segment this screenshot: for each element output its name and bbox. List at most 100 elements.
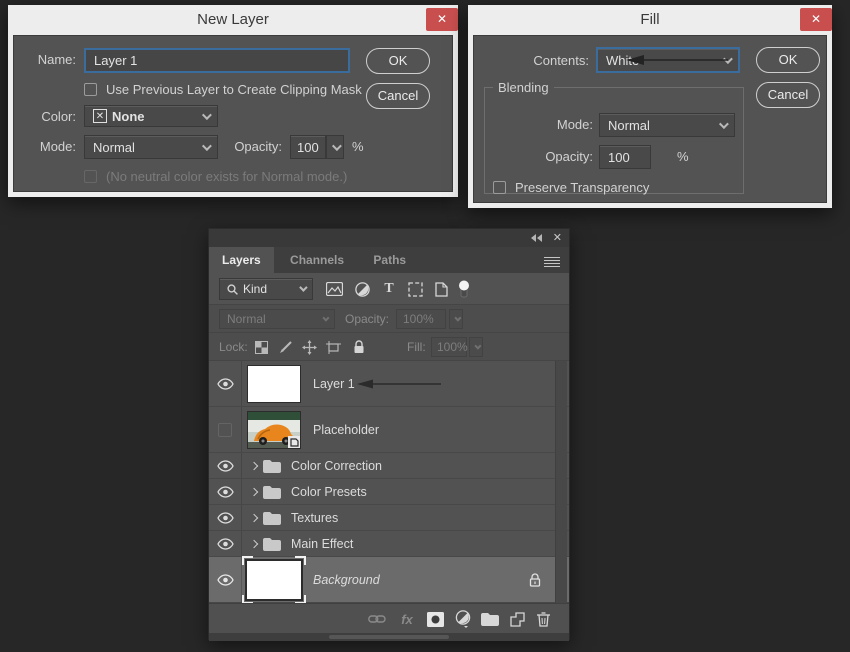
lock-artboard-icon[interactable]: [325, 339, 341, 355]
filter-smart-objects-icon[interactable]: [432, 280, 450, 298]
visibility-eye-icon-off[interactable]: [209, 407, 242, 452]
panel-menu-icon[interactable]: [544, 255, 560, 266]
tab-layers[interactable]: Layers: [209, 247, 274, 273]
add-adjustment-layer-icon[interactable]: [453, 609, 473, 629]
collapse-panel-icon[interactable]: [531, 234, 543, 242]
layer-row-placeholder[interactable]: Placeholder: [209, 407, 569, 453]
group-name: Color Presets: [291, 485, 367, 499]
visibility-eye-icon[interactable]: [209, 479, 242, 504]
ok-button[interactable]: OK: [756, 47, 820, 73]
mode-select[interactable]: Normal: [599, 113, 735, 137]
visibility-eye-icon[interactable]: [209, 531, 242, 556]
chevron-down-icon: [723, 54, 733, 64]
fill-dialog: Fill ✕ Contents: White OK Cancel Blendin…: [468, 5, 832, 208]
group-expand-chevron-icon[interactable]: [250, 513, 258, 521]
layer-thumbnail[interactable]: [247, 365, 301, 403]
visibility-eye-icon[interactable]: [209, 453, 242, 478]
group-row-color-presets[interactable]: Color Presets: [209, 479, 569, 505]
filter-kind-select[interactable]: Kind: [219, 278, 313, 300]
delete-layer-icon[interactable]: [533, 609, 553, 629]
opacity-value: 100%: [403, 312, 434, 326]
chevron-down-icon: [719, 119, 729, 129]
x-swatch-icon: ✕: [93, 109, 107, 123]
chevron-down-icon: [331, 141, 341, 151]
tab-channels[interactable]: Channels: [277, 247, 357, 273]
neutral-note: (No neutral color exists for Normal mode…: [106, 169, 347, 184]
new-group-icon[interactable]: [480, 609, 500, 629]
group-expand-chevron-icon[interactable]: [250, 461, 258, 469]
opacity-label: Opacity:: [220, 139, 282, 154]
horizontal-scrollbar[interactable]: [209, 633, 569, 641]
fill-dropdown-disabled: [469, 337, 483, 357]
preserve-transparency-label: Preserve Transparency: [515, 180, 649, 195]
percent-sign: %: [352, 139, 364, 154]
layer-row-layer1[interactable]: Layer 1: [209, 361, 569, 407]
opacity-value: 100: [297, 140, 319, 155]
opacity-dropdown-button[interactable]: [326, 135, 344, 159]
vertical-scrollbar[interactable]: [555, 361, 567, 603]
fill-value: 100%: [437, 340, 468, 354]
preserve-transparency-checkbox[interactable]: [493, 181, 506, 194]
lock-paint-icon[interactable]: [277, 339, 293, 355]
add-layer-mask-icon[interactable]: [425, 609, 445, 629]
blend-mode-select-disabled: Normal: [219, 309, 335, 329]
cancel-button[interactable]: Cancel: [366, 83, 430, 109]
cancel-button[interactable]: Cancel: [756, 82, 820, 108]
filter-adjustment-layers-icon[interactable]: [353, 280, 371, 298]
mode-label: Mode:: [485, 117, 593, 132]
visibility-eye-icon[interactable]: [209, 557, 242, 602]
close-icon[interactable]: ✕: [800, 8, 832, 31]
lock-transparency-icon[interactable]: [253, 339, 269, 355]
group-expand-chevron-icon[interactable]: [250, 487, 258, 495]
clipping-mask-checkbox[interactable]: [84, 83, 97, 96]
layer-thumbnail[interactable]: [247, 411, 301, 449]
lock-position-icon[interactable]: [301, 339, 317, 355]
group-expand-chevron-icon[interactable]: [250, 539, 258, 547]
chevron-down-icon: [299, 283, 307, 291]
ok-button[interactable]: OK: [366, 48, 430, 74]
fill-label: Fill:: [407, 340, 426, 354]
group-row-color-correction[interactable]: Color Correction: [209, 453, 569, 479]
layer-thumbnail[interactable]: [247, 561, 301, 599]
new-layer-icon[interactable]: [507, 609, 527, 629]
group-row-textures[interactable]: Textures: [209, 505, 569, 531]
filter-pixel-layers-icon[interactable]: [325, 280, 343, 298]
lock-icon[interactable]: [529, 573, 541, 587]
opacity-input[interactable]: 100: [599, 145, 651, 169]
opacity-label: Opacity:: [345, 312, 389, 326]
lock-all-icon[interactable]: [351, 339, 367, 355]
close-panel-icon[interactable]: ✕: [553, 231, 562, 244]
layer-name-input[interactable]: [84, 48, 350, 73]
filter-toggle-icon[interactable]: [455, 280, 473, 298]
chevron-down-icon: [454, 314, 461, 321]
tab-paths[interactable]: Paths: [360, 247, 419, 273]
layer-name: Background: [313, 573, 380, 587]
visibility-eye-icon[interactable]: [209, 361, 242, 406]
fill-title: Fill: [473, 5, 827, 35]
layer-effects-icon[interactable]: fx: [397, 609, 417, 629]
filter-type-layers-icon[interactable]: T: [380, 280, 398, 298]
opacity-value: 100: [608, 150, 630, 165]
layer-row-background[interactable]: Background: [209, 557, 569, 603]
blending-legend: Blending: [493, 80, 554, 95]
mode-select[interactable]: Normal: [84, 135, 218, 159]
percent-sign: %: [677, 149, 689, 164]
group-name: Textures: [291, 511, 338, 525]
blending-group: Blending Mode: Normal Opacity: 100 % Pre…: [484, 80, 744, 194]
lock-label: Lock:: [219, 340, 248, 354]
color-select[interactable]: ✕ None: [84, 105, 218, 127]
fill-value-disabled: 100%: [431, 337, 467, 357]
opacity-input[interactable]: 100: [290, 135, 326, 159]
layers-panel: ✕ Layers Channels Paths Kind T: [208, 228, 570, 640]
folder-icon: [263, 537, 281, 551]
visibility-eye-icon[interactable]: [209, 505, 242, 530]
close-icon[interactable]: ✕: [426, 8, 458, 31]
contents-select-value: White: [606, 53, 639, 68]
chevron-down-icon: [322, 314, 329, 321]
group-row-main-effect[interactable]: Main Effect: [209, 531, 569, 557]
link-layers-icon[interactable]: [367, 609, 387, 629]
filter-shape-layers-icon[interactable]: [406, 280, 424, 298]
selection-corners-icon: [242, 556, 306, 604]
contents-select[interactable]: White: [596, 47, 740, 73]
layer-name: Placeholder: [313, 423, 379, 437]
